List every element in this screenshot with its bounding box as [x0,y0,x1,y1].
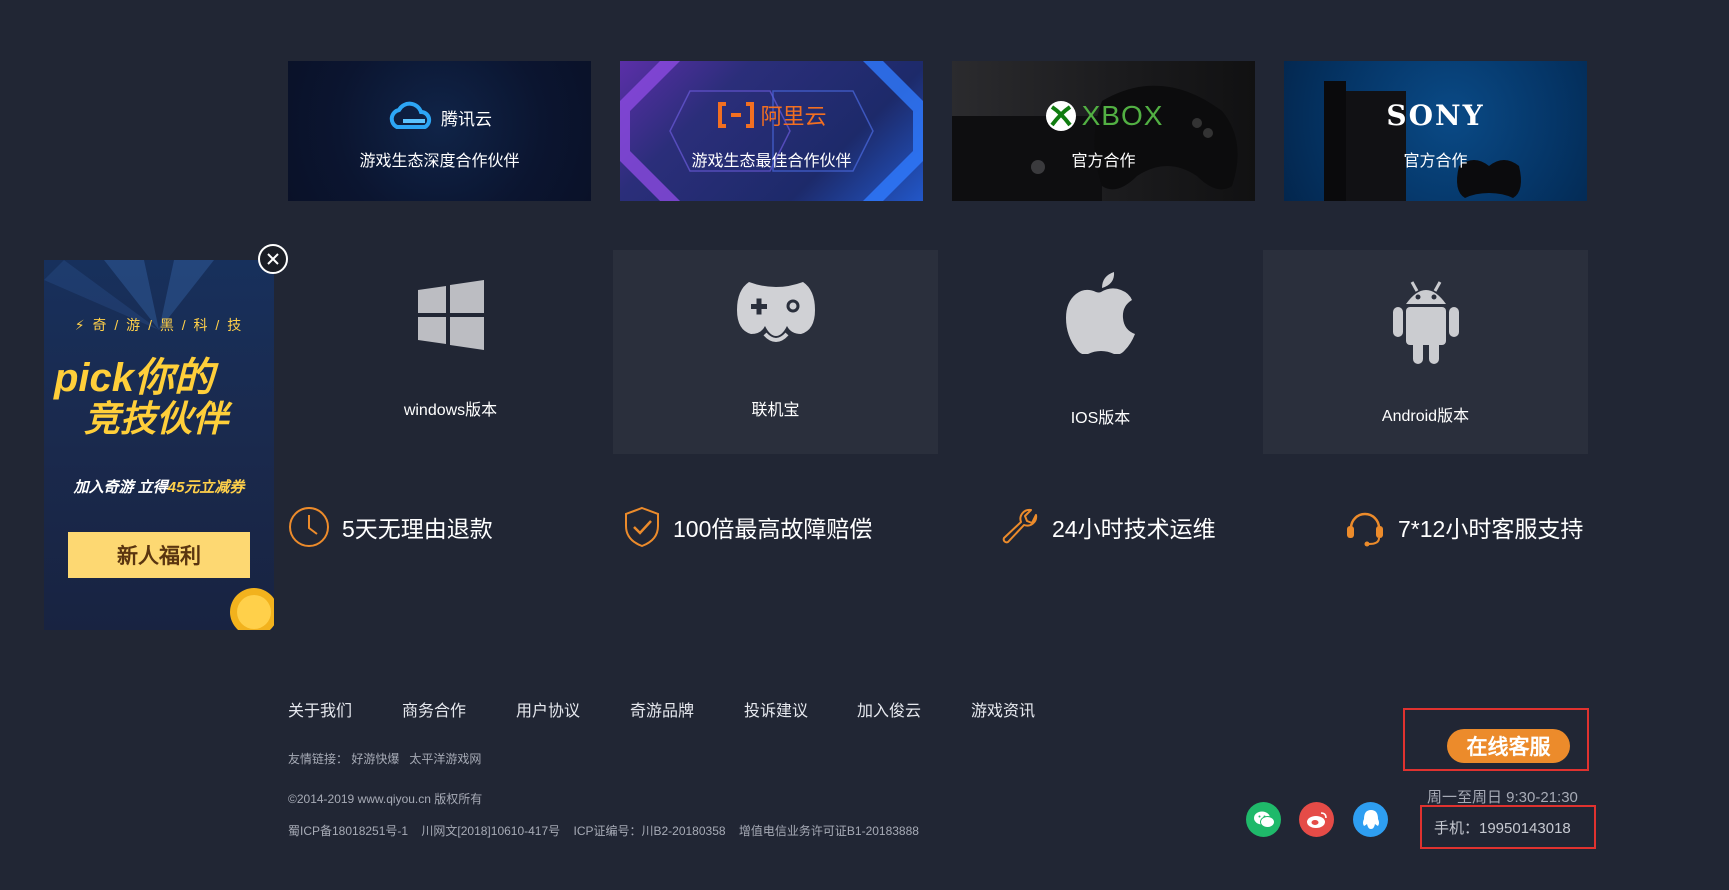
clock-icon [289,507,329,547]
shield-check-icon [625,506,659,548]
footer-link-business[interactable]: 商务合作 [402,697,466,721]
ad-subline: 加入奇游 立得45元立减券 [44,476,274,497]
footer-link-about[interactable]: 关于我们 [288,697,352,721]
feature-refund: 5天无理由退款 [288,505,493,549]
partner-logo-text: 阿里云 [760,104,827,129]
sony-logo: SONY [1284,99,1587,132]
feature-text: 24小时技术运维 [1052,516,1216,542]
friend-links-label: 友情链接： [288,752,349,766]
ad-sub-prefix: 加入奇游 立得 [73,479,168,496]
circuit-pattern [620,61,923,201]
tencent-cloud-logo: 腾讯云 [288,99,591,135]
wrench-icon [1002,508,1038,544]
partner-logo-text: SONY [1386,99,1485,132]
ad-headline-2: 竞技伙伴 [84,398,229,439]
copyright: ©2014-2019 www.qiyou.cn 版权所有 [288,792,483,806]
online-service-button[interactable]: 在线客服 [1447,729,1570,763]
partner-caption: 官方合作 [1403,153,1468,170]
ad-sub-amount: 45元 [167,479,200,496]
feature-text: 7*12小时客服支持 [1398,516,1584,542]
close-icon [267,253,279,265]
gamepad-icon [613,278,938,348]
feature-support: 7*12小时客服支持 [1344,505,1583,549]
footer-link-brand[interactable]: 奇游品牌 [630,697,694,721]
friend-links: 友情链接： 好游快爆 太平洋游戏网 [288,750,481,767]
android-icon [1263,274,1588,366]
friend-link-haoyou[interactable]: 好游快爆 [351,752,399,766]
footer-link-news[interactable]: 游戏资讯 [971,697,1035,721]
xbox-logo: XBOX [952,99,1255,133]
platform-label: windows版本 [403,402,498,419]
footer-link-join[interactable]: 加入俊云 [857,697,921,721]
partner-card-aliyun[interactable]: 阿里云 游戏生态最佳合作伙伴 [620,61,923,201]
platform-ios[interactable]: IOS版本 [938,250,1263,454]
xbox-icon [1045,101,1076,131]
footer-link-agreement[interactable]: 用户协议 [516,697,580,721]
weibo-icon[interactable] [1299,802,1334,837]
ad-newcomer-button[interactable]: 新人福利 [68,532,250,578]
partner-caption: 游戏生态深度合作伙伴 [359,153,520,170]
platform-lianjibao[interactable]: 联机宝 [613,250,938,454]
apple-icon [938,270,1263,354]
service-hours: 周一至周日 9:30-21:30 [1427,789,1578,806]
platform-android[interactable]: Android版本 [1263,250,1588,454]
license-info: 蜀ICP备18018251号-1 川网文[2018]10610-417号 ICP… [288,824,919,838]
wechat-icon[interactable] [1246,802,1281,837]
feature-compensation: 100倍最高故障赔偿 [623,505,872,549]
partner-logo-text: 腾讯云 [441,109,492,129]
feature-ops: 24小时技术运维 [1000,505,1216,549]
feature-text: 5天无理由退款 [342,516,493,542]
footer-link-complaint[interactable]: 投诉建议 [744,697,808,721]
ad-tagline: ⚡ 奇 / 游 / 黑 / 科 / 技 [74,317,244,333]
platform-label: Android版本 [1381,408,1470,425]
partner-caption: 游戏生态最佳合作伙伴 [691,153,852,170]
feature-text: 100倍最高故障赔偿 [673,516,873,542]
ad-close-button[interactable] [258,244,288,274]
partner-card-xbox[interactable]: XBOX 官方合作 [952,61,1255,201]
partner-card-tencent[interactable]: 腾讯云 游戏生态深度合作伙伴 [288,61,591,201]
aliyun-bracket-icon [718,102,755,128]
aliyun-logo: 阿里云 [620,99,923,131]
platform-windows[interactable]: windows版本 [288,250,613,454]
partner-logo-text: XBOX [1081,100,1164,131]
phone-number: 手机：19950143018 [1434,820,1571,837]
windows-icon [288,280,613,350]
friend-link-pconline[interactable]: 太平洋游戏网 [409,752,481,766]
platform-label: 联机宝 [751,402,800,419]
cloud-icon [389,101,432,129]
qq-icon[interactable] [1353,802,1388,837]
platform-label: IOS版本 [1070,410,1131,427]
partner-caption: 官方合作 [1071,153,1136,170]
promo-ad[interactable]: ⚡ 奇 / 游 / 黑 / 科 / 技 pick你的 竞技伙伴 加入奇游 立得4… [44,260,274,630]
partner-card-sony[interactable]: SONY 官方合作 [1284,61,1587,201]
headset-icon [1347,512,1383,547]
ad-sub-suffix: 立减券 [199,479,245,496]
